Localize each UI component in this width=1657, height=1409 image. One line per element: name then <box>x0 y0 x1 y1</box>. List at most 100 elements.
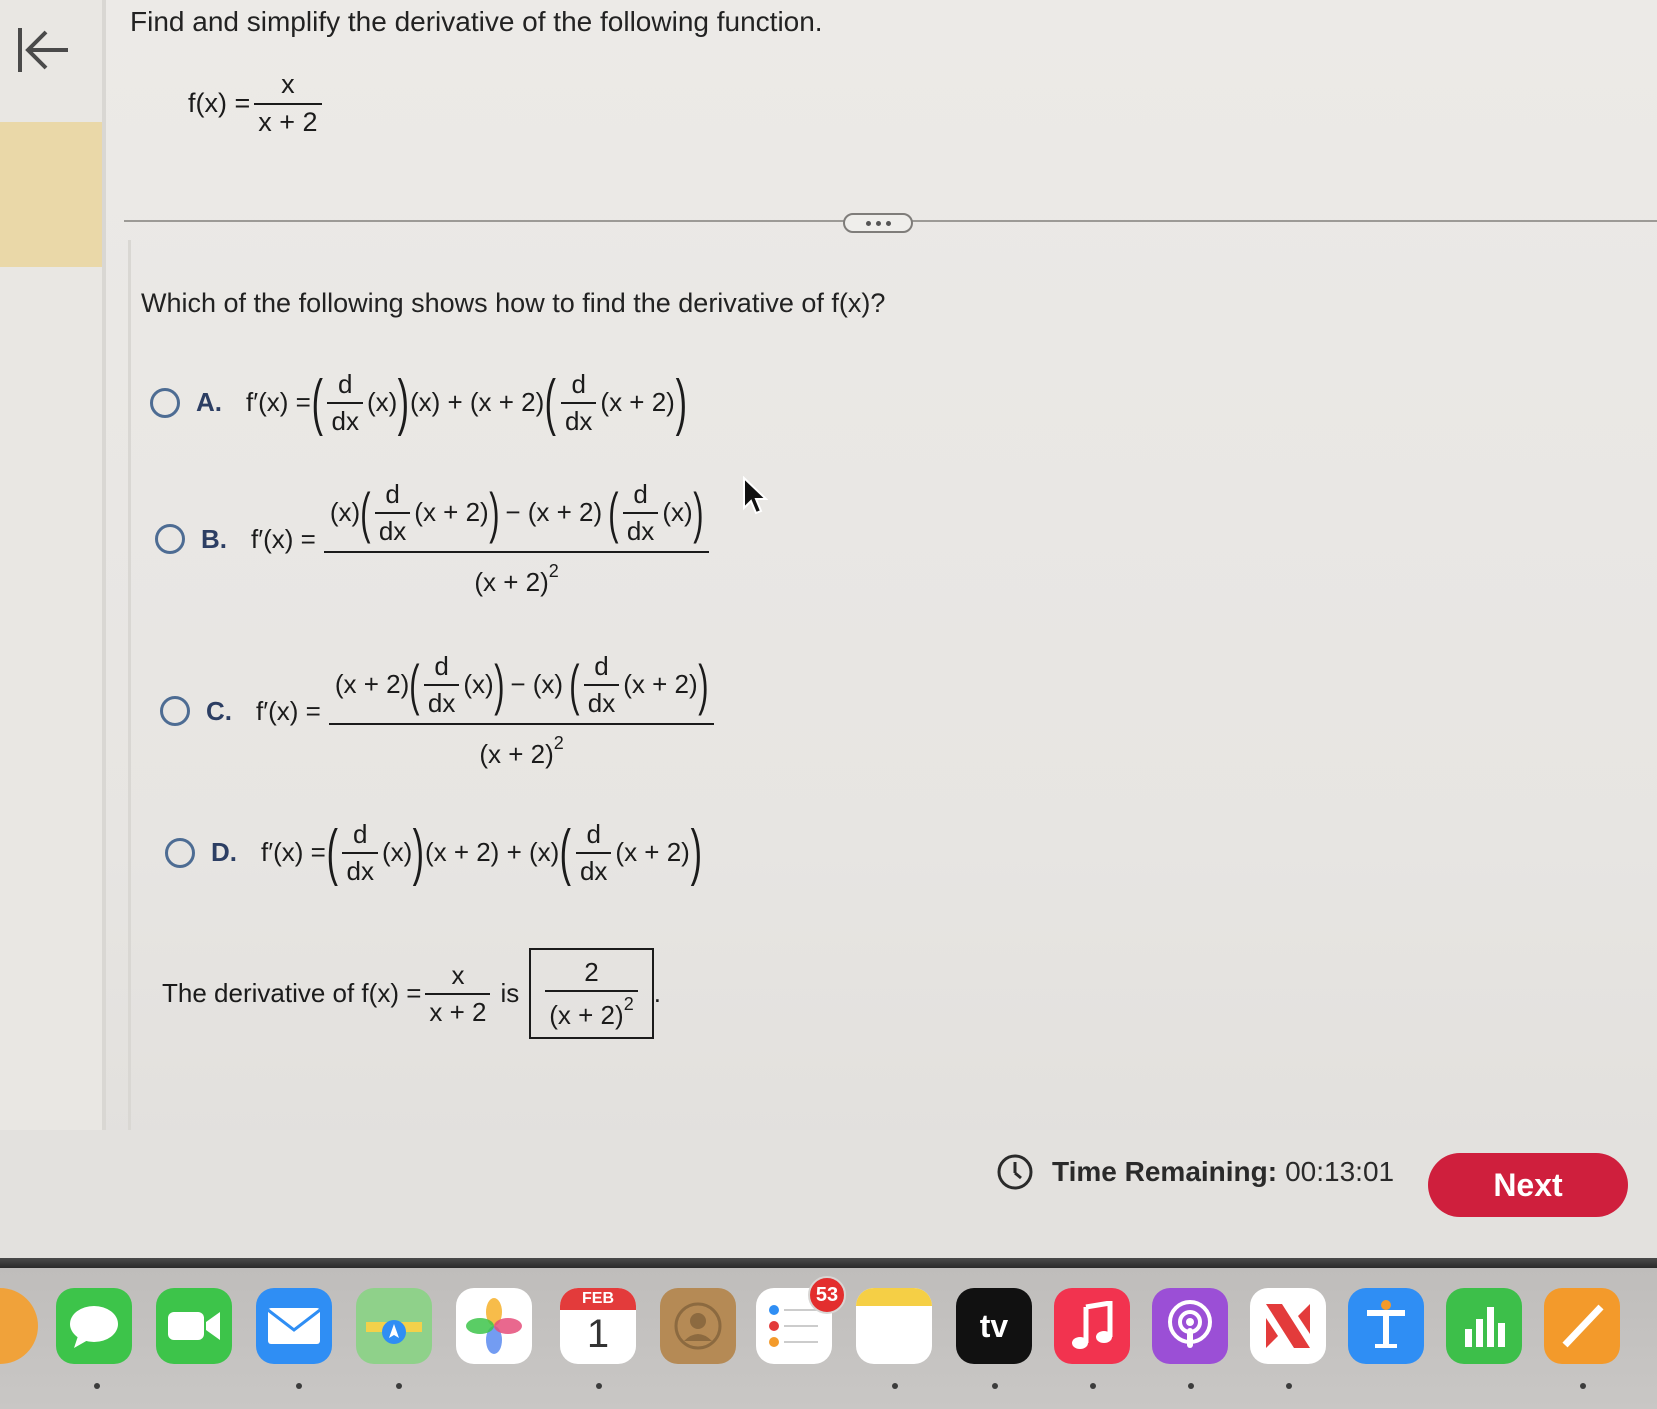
option-c-term: (x + 2) <box>623 669 698 700</box>
photos-icon[interactable] <box>456 1288 532 1364</box>
option-c-formula: f′(x) = (x + 2) ( d dx (x) ) − (x) ( d dx … <box>256 651 715 770</box>
screen: Find and simplify the derivative of the … <box>0 0 1657 1270</box>
option-b-term: − (x + 2) <box>505 497 603 528</box>
option-d-lhs: f′(x) = <box>261 837 326 868</box>
option-d-letter: D. <box>211 837 237 868</box>
answer-is: is <box>500 978 520 1009</box>
calendar-icon[interactable]: FEB 1 <box>560 1288 636 1364</box>
option-a-term: (x + 2) <box>600 387 675 418</box>
option-b-formula: f′(x) = (x) ( d dx (x + 2) ) − (x + 2) ( … <box>251 480 710 598</box>
ddx-den: dx <box>560 401 597 436</box>
next-button[interactable]: Next <box>1428 1153 1628 1217</box>
reminders-badge: 53 <box>808 1276 846 1314</box>
function-lhs: f(x) = <box>188 88 251 119</box>
option-c-term: (x + 2) <box>334 669 410 700</box>
answer-statement: The derivative of f(x) = x x + 2 is 2 (x… <box>162 948 661 1040</box>
paren: ( <box>326 817 338 887</box>
answer-input-box[interactable]: 2 (x + 2)2 <box>529 948 654 1040</box>
ddx-den: dx <box>327 401 363 436</box>
option-c-denominator: (x + 2)2 <box>328 723 715 770</box>
function-display: f(x) = x x + 2 <box>188 69 326 137</box>
dock-running-dot <box>1286 1383 1292 1389</box>
ddx-num: d <box>571 369 586 399</box>
mouse-cursor-icon <box>743 476 768 515</box>
option-c-quotient: (x + 2) ( d dx (x) ) − (x) ( d dx (x + 2) … <box>328 651 715 770</box>
ddx-fraction: d dx <box>374 480 411 546</box>
option-b-numerator: (x) ( d dx (x + 2) ) − (x + 2) ( d dx (x) … <box>324 480 709 551</box>
numbers-icon[interactable] <box>1446 1288 1522 1364</box>
paren: ( <box>409 652 420 716</box>
option-d-term: (x) <box>381 837 413 868</box>
ddx-num: d <box>352 819 368 849</box>
dock-running-dot <box>296 1383 302 1389</box>
option-c-radio[interactable] <box>160 696 190 727</box>
content-edge <box>102 0 106 1130</box>
function-numerator: x <box>281 69 295 99</box>
collapse-back-icon[interactable] <box>14 22 74 78</box>
option-b-radio[interactable] <box>155 524 185 555</box>
option-c-term: − (x) <box>510 669 564 700</box>
option-c[interactable]: C. f′(x) = (x + 2) ( d dx (x) ) − (x) ( d… <box>160 651 715 770</box>
option-c-den-exp: 2 <box>553 733 564 754</box>
option-b[interactable]: B. f′(x) = (x) ( d dx (x + 2) ) − (x + 2)… <box>155 480 710 598</box>
ddx-num: d <box>434 651 449 681</box>
maps-icon[interactable] <box>356 1288 432 1364</box>
calendar-day: 1 <box>586 1312 610 1356</box>
ddx-num: d <box>594 651 609 681</box>
expand-more-button[interactable] <box>843 213 913 233</box>
paren: ( <box>311 367 323 437</box>
answer-fraction: 2 (x + 2)2 <box>545 957 638 1030</box>
answer-den-base: (x + 2) <box>549 999 624 1030</box>
option-a-formula: f′(x) = ( d dx (x) ) (x) + (x + 2) ( d dx … <box>246 370 688 435</box>
music-icon[interactable] <box>1054 1288 1130 1364</box>
dock-running-dot <box>1188 1383 1194 1389</box>
paren: ) <box>397 367 410 437</box>
pages-icon[interactable] <box>1544 1288 1620 1364</box>
keynote-icon[interactable] <box>1348 1288 1424 1364</box>
answer-period: . <box>653 978 661 1009</box>
podcasts-icon[interactable] <box>1152 1288 1228 1364</box>
option-a-letter: A. <box>196 387 222 418</box>
ddx-fraction: d dx <box>622 480 659 546</box>
timer-value: 00:13:01 <box>1285 1156 1395 1187</box>
notes-icon[interactable] <box>856 1288 932 1364</box>
answer-function-num: x <box>451 960 465 990</box>
ddx-fraction: d dx <box>575 820 612 886</box>
question-prompt: Which of the following shows how to find… <box>141 288 886 318</box>
contacts-icon[interactable] <box>660 1288 736 1364</box>
option-a[interactable]: A. f′(x) = ( d dx (x) ) (x) + (x + 2) ( d… <box>150 370 688 435</box>
footer-bar <box>0 1130 1657 1260</box>
ddx-fraction: d dx <box>327 370 363 436</box>
paren: ) <box>692 480 704 544</box>
option-a-radio[interactable] <box>150 387 180 418</box>
option-d-formula: f′(x) = ( d dx (x) ) (x + 2) + (x) ( d dx … <box>261 820 703 885</box>
paren: ( <box>569 652 580 716</box>
option-b-term: (x + 2) <box>414 497 489 528</box>
content-edge-inner <box>128 240 131 1130</box>
answer-prefix: The derivative of f(x) = <box>162 978 422 1009</box>
dock-running-dot <box>1090 1383 1096 1389</box>
paren: ) <box>690 817 702 887</box>
option-d-radio[interactable] <box>165 837 195 868</box>
function-fraction: x x + 2 <box>254 69 322 137</box>
option-b-den-base: (x + 2) <box>474 567 549 598</box>
option-b-denominator: (x + 2)2 <box>323 551 710 598</box>
apple-tv-icon[interactable]: tv <box>956 1288 1032 1364</box>
calendar-month: FEB <box>560 1288 636 1310</box>
option-c-lhs: f′(x) = <box>256 695 321 726</box>
messages-icon[interactable] <box>56 1288 132 1364</box>
dock-running-dot <box>94 1383 100 1389</box>
ddx-den: dx <box>575 851 612 886</box>
news-icon[interactable] <box>1250 1288 1326 1364</box>
ddx-den: dx <box>342 851 378 886</box>
option-d-term: (x + 2) <box>615 837 690 868</box>
answer-num: 2 <box>584 957 599 987</box>
option-d[interactable]: D. f′(x) = ( d dx (x) ) (x + 2) + (x) ( d… <box>165 820 703 885</box>
option-b-quotient: (x) ( d dx (x + 2) ) − (x + 2) ( d dx (x) … <box>323 480 710 598</box>
ddx-den: dx <box>374 511 411 546</box>
mail-icon[interactable] <box>256 1288 332 1364</box>
dock-running-dot <box>1580 1383 1586 1389</box>
ddx-den: dx <box>622 511 659 546</box>
facetime-icon[interactable] <box>156 1288 232 1364</box>
answer-function-fraction: x x + 2 <box>425 960 491 1026</box>
